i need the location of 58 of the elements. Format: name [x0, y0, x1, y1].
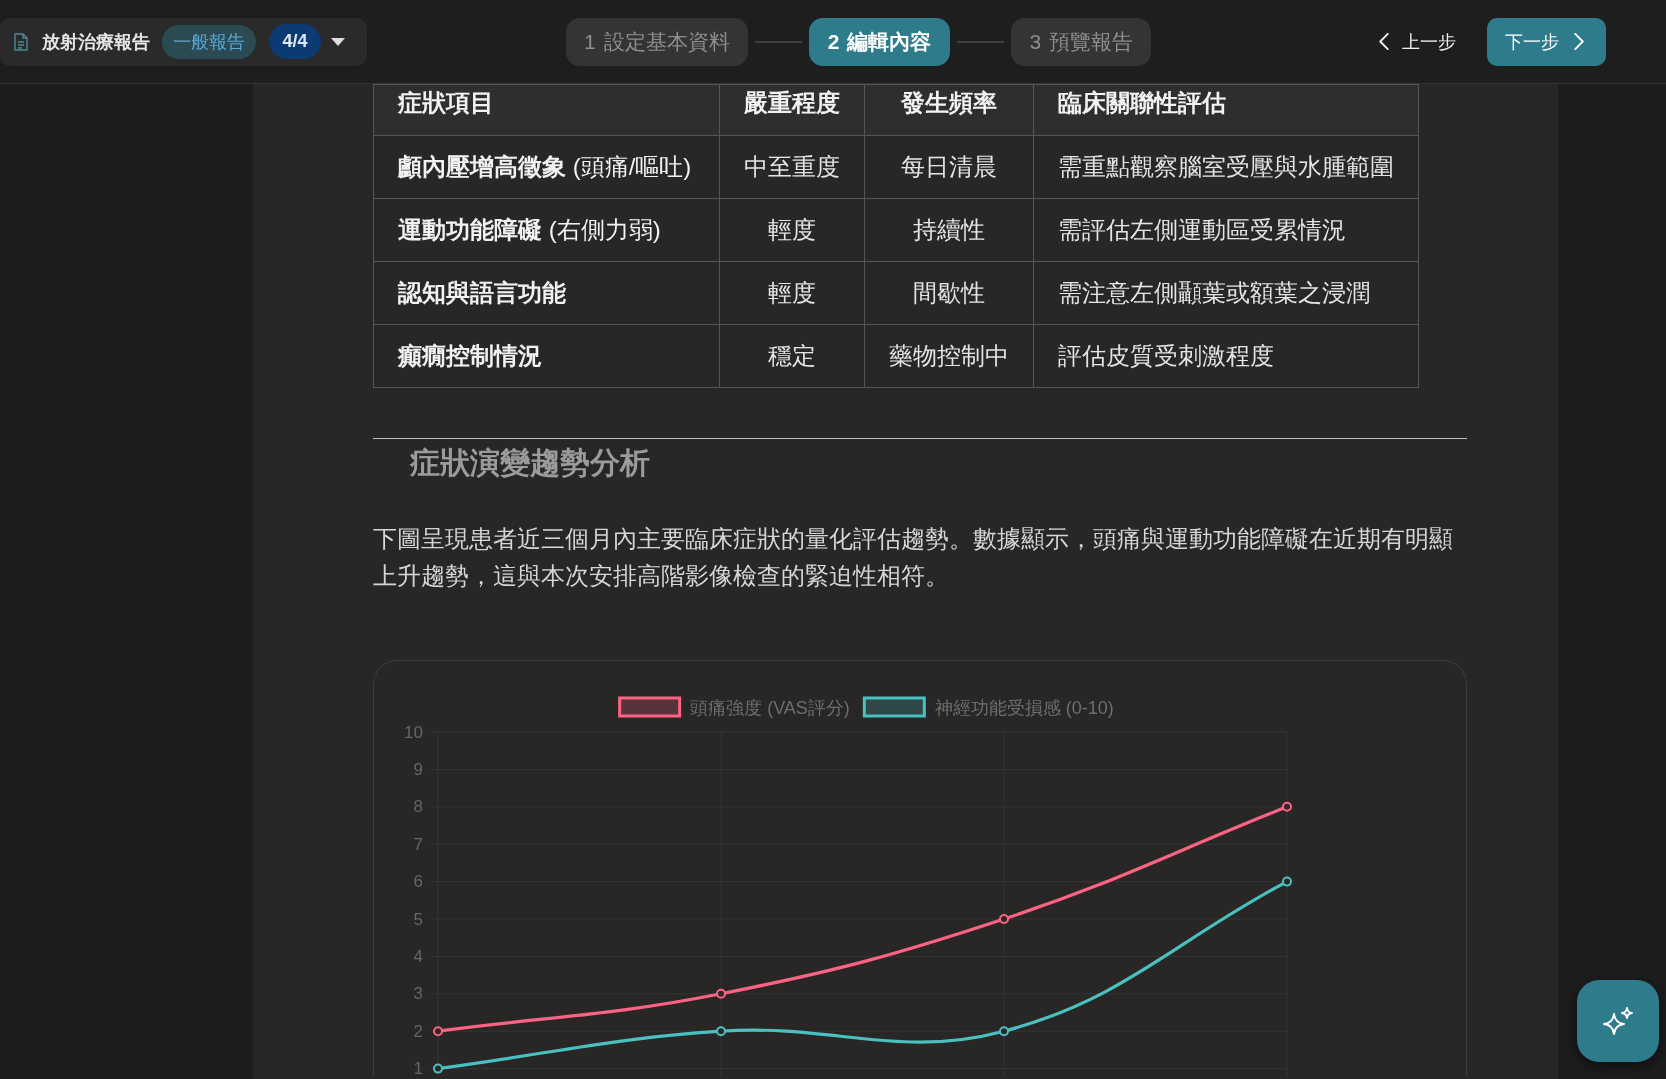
point-marker-icon — [433, 1063, 443, 1074]
caret-down-icon[interactable] — [331, 37, 345, 46]
chevron-right-icon — [1574, 33, 1584, 50]
table-cell: 運動功能障礙 (右側力弱) — [373, 198, 720, 262]
table-cell: 需注意左側顳葉或額葉之浸潤 — [1033, 261, 1419, 325]
table-header-cell: 臨床關聯性評估 — [1033, 84, 1419, 136]
axis-tick-label: 7 — [413, 834, 423, 854]
chevron-left-icon — [1379, 33, 1389, 50]
table-cell: 評估皮質受刺激程度 — [1033, 324, 1419, 388]
table-cell: 輕度 — [719, 261, 865, 325]
table-header-cell: 發生頻率 — [864, 84, 1034, 136]
table-cell: 需評估左側運動區受累情況 — [1033, 198, 1419, 262]
axis-tick-label: 5 — [413, 909, 423, 929]
axis-tick-label: 10 — [404, 722, 423, 742]
table-cell: 間歇性 — [864, 261, 1034, 325]
axis-tick-label: 9 — [413, 759, 423, 779]
table-cell: 穩定 — [719, 324, 865, 388]
table-header-cell: 嚴重程度 — [719, 84, 865, 136]
legend-swatch-icon — [862, 696, 926, 718]
table-cell: 認知與語言功能 — [373, 261, 720, 325]
point-marker-icon — [716, 988, 726, 999]
assistant-button[interactable] — [1577, 980, 1659, 1062]
point-marker-icon — [999, 1026, 1009, 1037]
legend-swatch-icon — [618, 696, 682, 718]
axis-tick-label: 6 — [413, 872, 423, 892]
report-title: 放射治療報告 — [42, 30, 150, 54]
file-icon — [14, 32, 28, 51]
axis-tick-label: 3 — [413, 984, 423, 1004]
point-marker-icon — [433, 1026, 443, 1037]
point-marker-icon — [1282, 876, 1292, 887]
table-cell: 顱內壓增高徵象 (頭痛/嘔吐) — [373, 135, 720, 199]
table-cell: 輕度 — [719, 198, 865, 262]
table-header-cell: 症狀項目 — [373, 84, 720, 136]
point-marker-icon — [1282, 801, 1292, 812]
table-cell: 每日清晨 — [864, 135, 1034, 199]
report-type-badge: 一般報告 — [162, 24, 256, 59]
next-button[interactable]: 下一步 — [1487, 17, 1606, 66]
table-cell: 藥物控制中 — [864, 324, 1034, 388]
axis-tick-label: 1 — [413, 1059, 423, 1076]
section-heading: 症狀演變趨勢分析 — [410, 445, 650, 481]
legend-label: 神經功能受損感 (0-10) — [934, 698, 1114, 718]
step-tab[interactable]: 3 預覽報告 — [1011, 17, 1152, 66]
axis-tick-label: 2 — [413, 1021, 423, 1041]
axis-tick-label: 4 — [413, 946, 423, 966]
table-cell: 需重點觀察腦室受壓與水腫範圍 — [1033, 135, 1419, 199]
previous-button[interactable]: 上一步 — [1365, 17, 1470, 66]
step-tab[interactable]: 2 編輯內容 — [808, 17, 951, 66]
point-marker-icon — [999, 914, 1009, 924]
page-count-badge: 4/4 — [269, 24, 321, 59]
step-tab[interactable]: 1 設定基本資料 — [566, 17, 748, 66]
table-cell: 持續性 — [864, 198, 1034, 262]
axis-tick-label: 8 — [413, 797, 423, 817]
point-marker-icon — [716, 1026, 726, 1037]
table-cell: 中至重度 — [719, 135, 865, 199]
sparkle-icon — [1602, 1007, 1634, 1035]
legend-label: 頭痛強度 (VAS評分) — [690, 698, 850, 718]
table-cell: 癲癇控制情況 — [373, 324, 720, 388]
section-paragraph: 下圖呈現患者近三個月內主要臨床症狀的量化評估趨勢。數據顯示，頭痛與運動功能障礙在近期有明顯上升趨勢，這與本次安排高階影像檢查的緊迫性相符。 — [373, 524, 1454, 591]
